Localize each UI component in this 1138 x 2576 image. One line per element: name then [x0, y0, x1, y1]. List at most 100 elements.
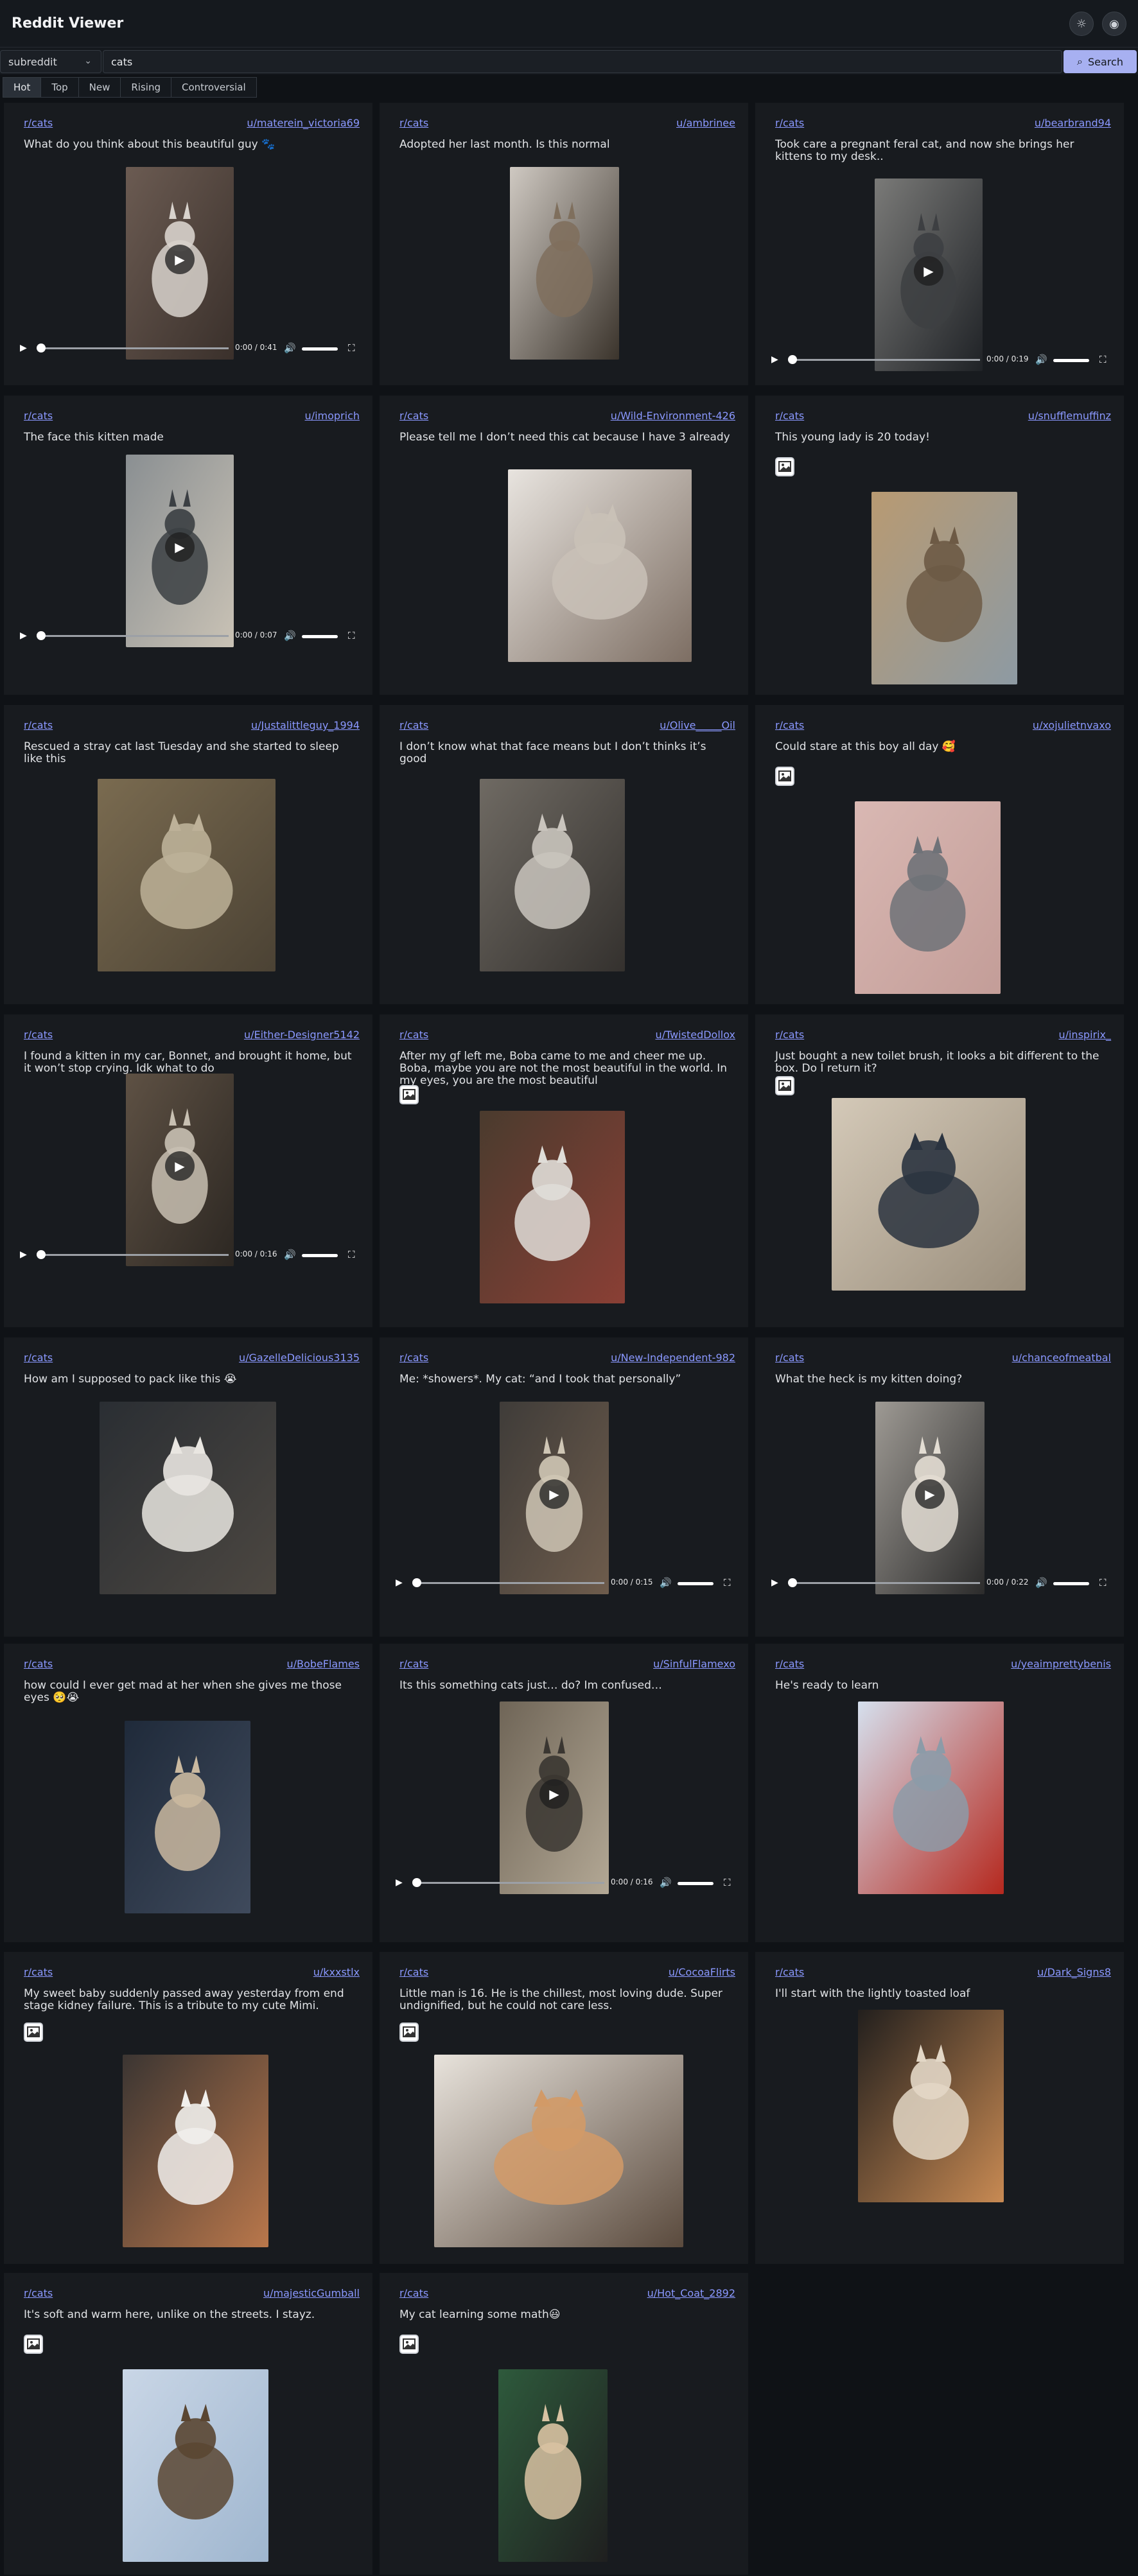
post-card[interactable]: r/cats u/SinfulFlamexo Its this something … [380, 1644, 748, 1942]
volume-icon[interactable]: 🔊 [284, 630, 296, 641]
seek-handle[interactable] [788, 355, 797, 364]
play-overlay-icon[interactable]: ▶ [915, 1479, 945, 1509]
post-card[interactable]: r/cats u/BobeFlames how could I ever get m… [4, 1644, 372, 1942]
play-overlay-icon[interactable]: ▶ [539, 1779, 569, 1809]
gallery-icon[interactable] [399, 1085, 419, 1104]
seek-bar[interactable] [39, 635, 229, 637]
fullscreen-icon[interactable]: ⛶ [724, 1577, 731, 1588]
play-overlay-icon[interactable]: ▶ [914, 256, 943, 286]
subreddit-link[interactable]: r/cats [24, 1966, 53, 1978]
post-card[interactable]: r/cats u/majesticGumball It's soft and war… [4, 2273, 372, 2575]
post-card[interactable]: r/cats u/snufflemuffinz This young lady is… [755, 396, 1124, 695]
subreddit-link[interactable]: r/cats [775, 1966, 804, 1978]
subreddit-link[interactable]: r/cats [399, 1029, 428, 1041]
volume-slider[interactable] [302, 347, 338, 351]
play-icon[interactable]: ▶ [771, 1578, 778, 1588]
seek-handle[interactable] [37, 1250, 46, 1259]
tab-new[interactable]: New [78, 77, 121, 98]
author-link[interactable]: u/TwistedDollox [655, 1029, 735, 1041]
post-card[interactable]: r/cats u/imoprich The face this kitten mad… [4, 396, 372, 695]
post-image[interactable] [508, 469, 692, 662]
play-icon[interactable]: ▶ [20, 631, 27, 641]
subreddit-link[interactable]: r/cats [775, 719, 804, 731]
post-card[interactable]: r/cats u/bearbrand94 Took care a pregnant … [755, 103, 1124, 385]
tab-controversial[interactable]: Controversial [170, 77, 257, 98]
subreddit-link[interactable]: r/cats [24, 410, 53, 422]
github-button[interactable]: ◉ [1102, 12, 1126, 36]
author-link[interactable]: u/bearbrand94 [1035, 117, 1111, 129]
author-link[interactable]: u/ambrinee [676, 117, 735, 129]
gallery-icon[interactable] [24, 2335, 43, 2354]
author-link[interactable]: u/majesticGumball [263, 2287, 360, 2299]
fullscreen-icon[interactable]: ⛶ [348, 630, 355, 641]
post-image[interactable] [98, 779, 276, 971]
post-card[interactable]: r/cats u/Wild-Environment-426 Please tell … [380, 396, 748, 695]
post-card[interactable]: r/cats u/Either-Designer5142 I found a kit… [4, 1014, 372, 1327]
search-type-select[interactable]: subreddit ⌄ [0, 50, 101, 73]
author-link[interactable]: u/yeaimprettybenis [1011, 1658, 1111, 1670]
subreddit-link[interactable]: r/cats [775, 117, 804, 129]
post-image[interactable] [480, 779, 625, 971]
author-link[interactable]: u/kxxstlx [313, 1966, 360, 1978]
volume-slider[interactable] [678, 1882, 713, 1885]
play-icon[interactable]: ▶ [771, 354, 778, 365]
subreddit-link[interactable]: r/cats [399, 2287, 428, 2299]
post-image[interactable] [855, 801, 1001, 994]
post-image[interactable] [434, 2055, 683, 2247]
subreddit-link[interactable]: r/cats [399, 1352, 428, 1364]
author-link[interactable]: u/Olive_____Oil [660, 719, 735, 731]
seek-bar[interactable] [415, 1882, 604, 1884]
subreddit-link[interactable]: r/cats [775, 1029, 804, 1041]
author-link[interactable]: u/chanceofmeatbal [1012, 1352, 1111, 1364]
post-image[interactable] [498, 2369, 608, 2562]
volume-icon[interactable]: 🔊 [284, 1249, 296, 1260]
author-link[interactable]: u/imoprich [305, 410, 360, 422]
gallery-icon[interactable] [399, 2023, 419, 2042]
tab-hot[interactable]: Hot [3, 77, 42, 98]
volume-slider[interactable] [1053, 1582, 1089, 1585]
author-link[interactable]: u/Hot_Coat_2892 [647, 2287, 735, 2299]
volume-icon[interactable]: 🔊 [660, 1877, 672, 1888]
subreddit-link[interactable]: r/cats [775, 410, 804, 422]
author-link[interactable]: u/GazelleDelicious3135 [239, 1352, 360, 1364]
seek-handle[interactable] [412, 1578, 421, 1587]
post-image[interactable] [510, 167, 619, 360]
play-icon[interactable]: ▶ [20, 1249, 27, 1260]
seek-handle[interactable] [37, 344, 46, 352]
post-card[interactable]: r/cats u/Olive_____Oil I don’t know what t… [380, 705, 748, 1004]
seek-handle[interactable] [412, 1878, 421, 1887]
post-card[interactable]: r/cats u/ambrinee Adopted her last month. … [380, 103, 748, 385]
fullscreen-icon[interactable]: ⛶ [348, 1249, 355, 1260]
search-button[interactable]: ⌕ Search [1064, 50, 1137, 73]
post-card[interactable]: r/cats u/Justalittleguy_1994 Rescued a str… [4, 705, 372, 1004]
play-icon[interactable]: ▶ [396, 1578, 403, 1588]
gallery-icon[interactable] [775, 767, 794, 786]
author-link[interactable]: u/Either-Designer5142 [244, 1029, 360, 1041]
subreddit-link[interactable]: r/cats [24, 1658, 53, 1670]
post-card[interactable]: r/cats u/materein_victoria69 What do you t… [4, 103, 372, 385]
volume-icon[interactable]: 🔊 [660, 1577, 672, 1588]
fullscreen-icon[interactable]: ⛶ [1099, 354, 1107, 365]
fullscreen-icon[interactable]: ⛶ [724, 1877, 731, 1888]
seek-handle[interactable] [788, 1578, 797, 1587]
seek-bar[interactable] [39, 1254, 229, 1256]
play-overlay-icon[interactable]: ▶ [539, 1479, 569, 1509]
gallery-icon[interactable] [775, 1076, 794, 1095]
volume-slider[interactable] [678, 1582, 713, 1585]
volume-slider[interactable] [1053, 359, 1089, 362]
post-card[interactable]: r/cats u/New-Independent-982 Me: *showers*… [380, 1337, 748, 1637]
seek-bar[interactable] [415, 1582, 604, 1584]
author-link[interactable]: u/Wild-Environment-426 [611, 410, 735, 422]
post-card[interactable]: r/cats u/Hot_Coat_2892 My cat learning som… [380, 2273, 748, 2575]
seek-bar[interactable] [791, 359, 980, 361]
tab-rising[interactable]: Rising [120, 77, 171, 98]
post-image[interactable] [858, 1701, 1004, 1894]
author-link[interactable]: u/Justalittleguy_1994 [251, 719, 360, 731]
subreddit-link[interactable]: r/cats [24, 1029, 53, 1041]
theme-toggle-button[interactable]: ☼ [1069, 12, 1094, 36]
subreddit-link[interactable]: r/cats [24, 117, 53, 129]
search-input[interactable]: cats [103, 50, 1062, 73]
post-card[interactable]: r/cats u/TwistedDollox After my gf left me… [380, 1014, 748, 1327]
volume-slider[interactable] [302, 635, 338, 638]
subreddit-link[interactable]: r/cats [399, 1966, 428, 1978]
